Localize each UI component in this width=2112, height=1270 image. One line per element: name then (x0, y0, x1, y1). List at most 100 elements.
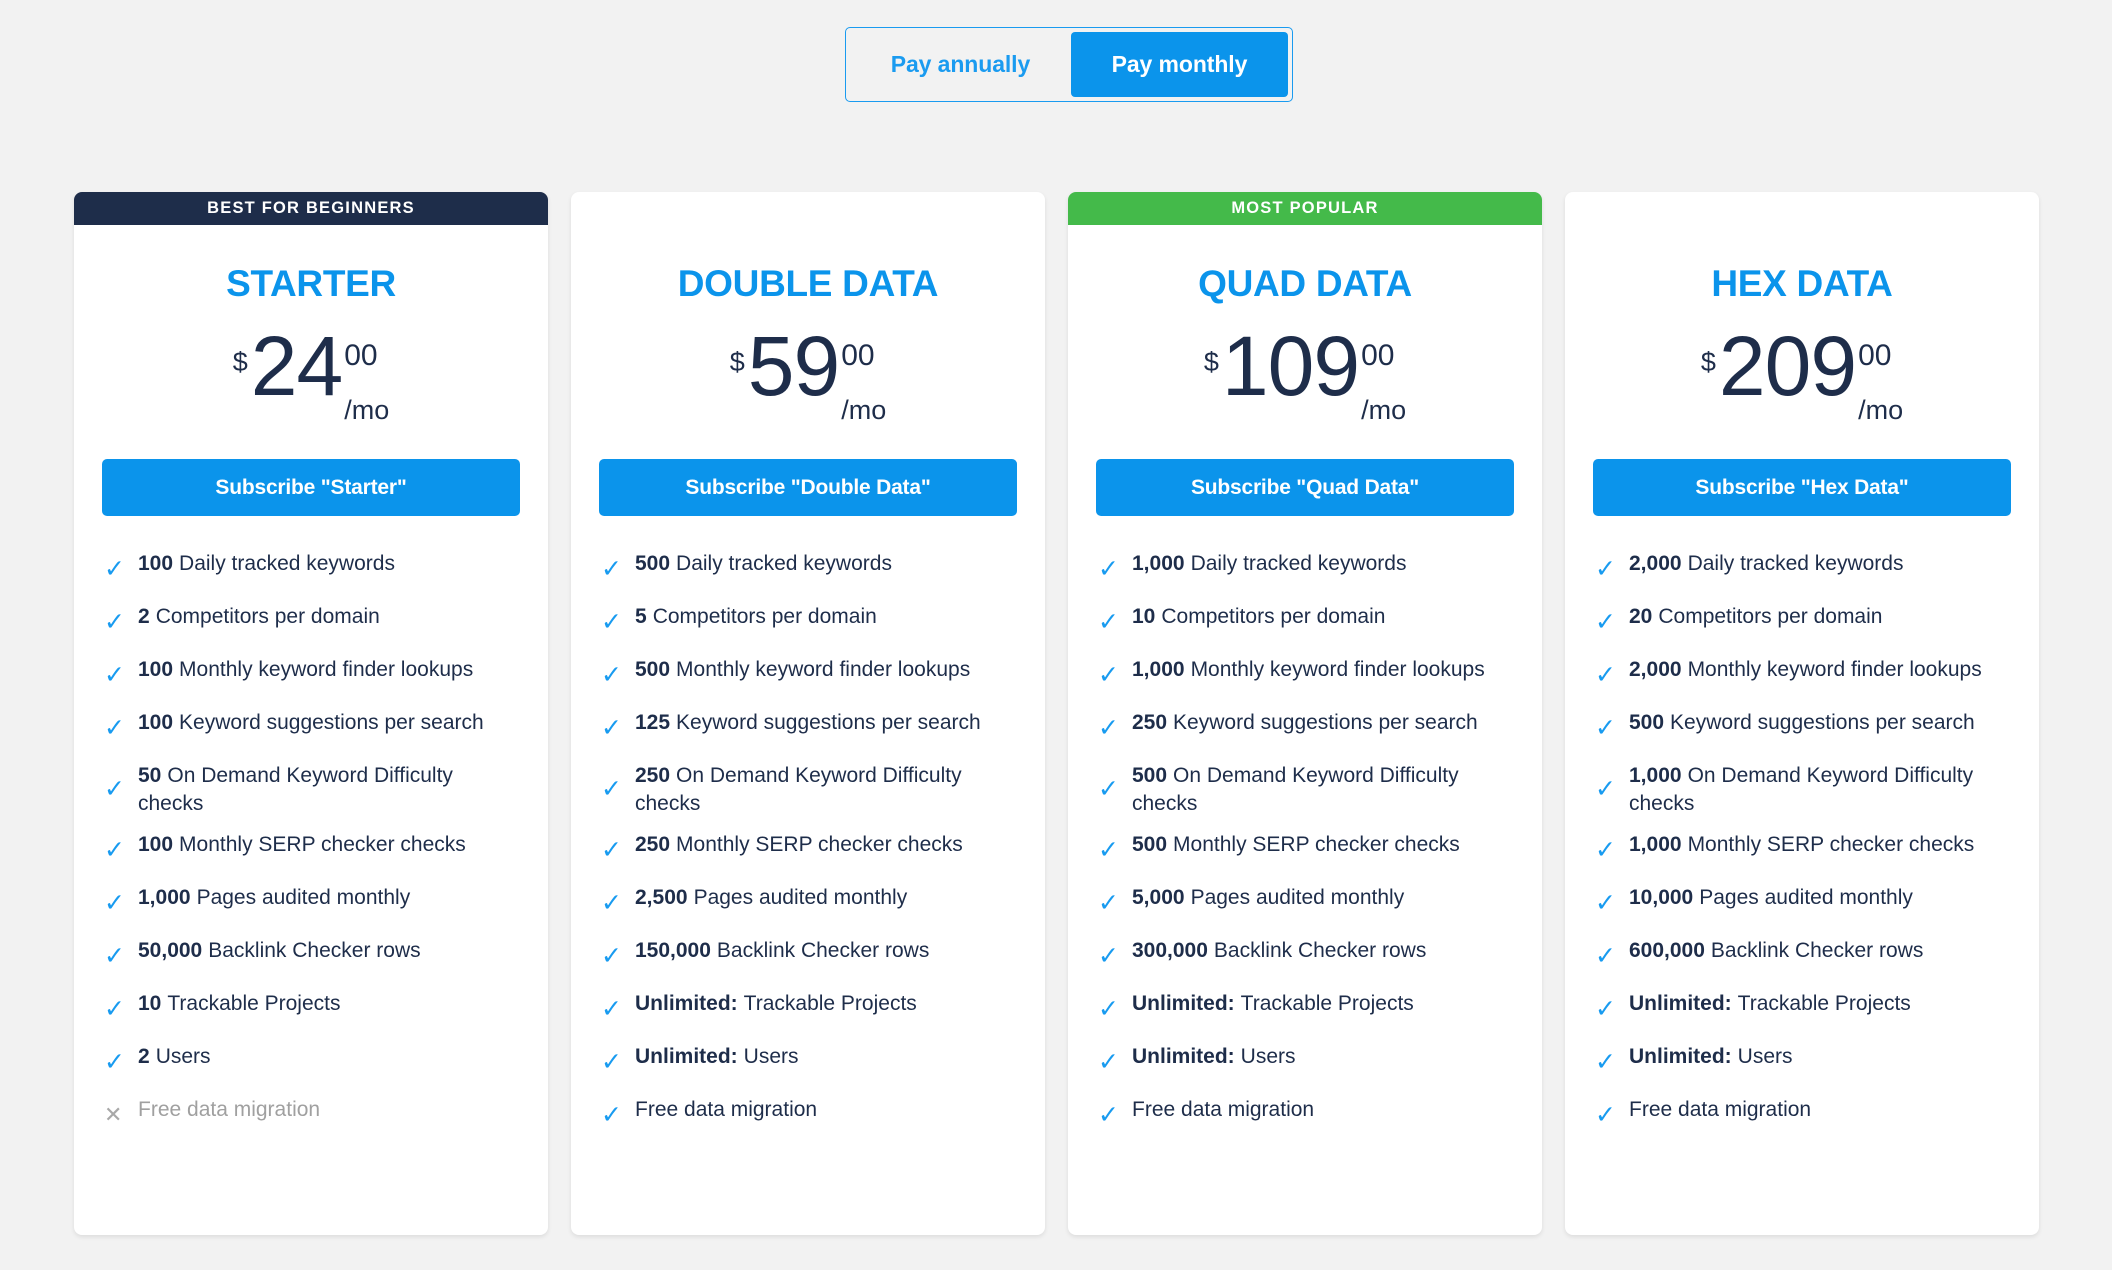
pay-annually-button[interactable]: Pay annually (850, 32, 1071, 97)
plan-price: $209 00/mo (1593, 324, 2011, 437)
feature-item: ✓ 100 Monthly keyword finder lookups (102, 655, 520, 695)
feature-item: ✓ 50,000 Backlink Checker rows (102, 936, 520, 976)
check-icon: ✓ (1595, 941, 1616, 970)
feature-quantity: 500 (1629, 711, 1665, 734)
feature-label: Pages audited monthly (1190, 886, 1405, 910)
feature-label: Users (743, 1045, 799, 1069)
plan-ribbon (1565, 192, 2039, 225)
check-icon: ✓ (104, 554, 125, 583)
feature-label: On Demand Keyword Difficulty checks (635, 764, 962, 815)
plan-ribbon (571, 192, 1045, 225)
feature-quantity: 100 (138, 833, 174, 857)
price-amount: 24 (250, 319, 343, 413)
feature-text: 10 Competitors per domain (1132, 602, 1385, 631)
plan-price: $24 00/mo (102, 319, 520, 437)
feature-text: 2,000 Monthly keyword finder lookups (1629, 655, 1982, 684)
feature-item: ✓ 5 Competitors per domain (599, 602, 1017, 642)
feature-text: Unlimited: Users (1629, 1042, 1793, 1071)
feature-text: 500 Monthly SERP checker checks (1132, 830, 1460, 859)
feature-list: ✓ 1,000 Daily tracked keywords ✓ 10 Competito… (1096, 549, 1514, 1178)
price-fraction: 00/mo (1361, 341, 1406, 424)
check-icon: ✓ (1595, 1100, 1616, 1129)
card-body: HEX DATA $209 00/mo Subscribe "Hex Data" ✓ 2,… (1565, 225, 2039, 1235)
feature-item: ✓ 2,000 Monthly keyword finder lookups (1593, 655, 2011, 695)
check-icon: ✓ (1595, 774, 1616, 803)
price-amount: 59 (747, 319, 840, 413)
feature-item: ✓ 125 Keyword suggestions per search (599, 708, 1017, 748)
feature-label: Backlink Checker rows (1710, 939, 1924, 963)
feature-text: 100 Keyword suggestions per search (138, 708, 484, 737)
card-body: QUAD DATA $109 00/mo Subscribe "Quad Data" ✓… (1068, 225, 1542, 1235)
feature-label: Free data migration (635, 1098, 818, 1122)
feature-label: Monthly keyword finder lookups (1687, 658, 1982, 681)
feature-item: ✓ 250 On Demand Keyword Difficulty checks (599, 761, 1017, 817)
feature-item: ✓ 500 Keyword suggestions per search (1593, 708, 2011, 748)
feature-text: Free data migration (635, 1095, 817, 1124)
plan-name: STARTER (226, 263, 396, 304)
feature-text: Unlimited: Trackable Projects (635, 989, 917, 1018)
currency-symbol: $ (1700, 347, 1716, 377)
card-body: STARTER $24 00/mo Subscribe "Starter" ✓ 100 Da… (74, 225, 548, 1235)
feature-label: Users (1737, 1045, 1793, 1069)
feature-quantity: 250 (635, 764, 671, 787)
price-fraction: 00/mo (1858, 341, 1903, 424)
check-icon: ✓ (1595, 994, 1616, 1023)
feature-label: Keyword suggestions per search (676, 711, 981, 734)
pay-monthly-button[interactable]: Pay monthly (1070, 32, 1289, 97)
feature-label: Users (155, 1045, 211, 1069)
feature-text: Unlimited: Trackable Projects (1132, 989, 1414, 1018)
feature-label: Users (1240, 1045, 1296, 1069)
feature-quantity: 2,000 (1629, 658, 1682, 681)
plan-ribbon: MOST POPULAR (1068, 192, 1542, 225)
feature-text: Unlimited: Trackable Projects (1629, 989, 1911, 1018)
feature-label: Free data migration (1132, 1098, 1315, 1122)
feature-item: ✓ Free data migration (1593, 1095, 2011, 1135)
feature-quantity: 250 (635, 833, 671, 857)
check-icon: ✓ (1595, 554, 1616, 583)
check-icon: ✓ (601, 554, 622, 583)
pricing-card: MOST POPULAR QUAD DATA $109 00/mo Subscribe … (1068, 192, 1542, 1235)
check-icon: ✓ (1595, 660, 1616, 689)
check-icon: ✓ (601, 1100, 622, 1129)
feature-item: ✓ Unlimited: Trackable Projects (599, 989, 1017, 1029)
check-icon: ✓ (1098, 1047, 1119, 1076)
card-body: DOUBLE DATA $59 00/mo Subscribe "Double Dat… (571, 225, 1045, 1235)
feature-text: 1,000 Monthly SERP checker checks (1629, 830, 1974, 859)
feature-label: Trackable Projects (743, 992, 917, 1016)
feature-item: ✓ Unlimited: Users (1096, 1042, 1514, 1082)
feature-text: 5 Competitors per domain (635, 602, 877, 631)
check-icon: ✓ (1098, 554, 1119, 583)
feature-label: Monthly keyword finder lookups (676, 658, 971, 681)
feature-item: ✓ 10 Trackable Projects (102, 989, 520, 1029)
feature-list: ✓ 100 Daily tracked keywords ✓ 2 Competitors … (102, 549, 520, 1178)
feature-text: 500 Keyword suggestions per search (1629, 708, 1975, 737)
feature-item: ✓ 1,000 Monthly SERP checker checks (1593, 830, 2011, 870)
check-icon: ✓ (1098, 713, 1119, 742)
feature-text: 50 On Demand Keyword Difficulty checks (138, 761, 520, 817)
subscribe-button[interactable]: Subscribe "Hex Data" (1593, 459, 2011, 516)
feature-label: Daily tracked keywords (1190, 552, 1407, 575)
price-fraction: 00/mo (344, 341, 389, 424)
subscribe-button[interactable]: Subscribe "Quad Data" (1096, 459, 1514, 516)
check-icon: ✓ (104, 941, 125, 970)
subscribe-button[interactable]: Subscribe "Double Data" (599, 459, 1017, 516)
price-period: /mo (841, 395, 887, 425)
check-icon: ✓ (104, 1047, 125, 1076)
price-cents: 00 (1858, 339, 1892, 372)
feature-item: ✓ Free data migration (1096, 1095, 1514, 1135)
check-icon: ✓ (104, 660, 125, 689)
feature-item: ✓ 100 Daily tracked keywords (102, 549, 520, 589)
feature-quantity: Unlimited: (1132, 992, 1235, 1016)
feature-item: ✓ 50 On Demand Keyword Difficulty checks (102, 761, 520, 817)
feature-item: ✓ 1,000 Monthly keyword finder lookups (1096, 655, 1514, 695)
billing-period-toggle[interactable]: Pay annually Pay monthly (845, 27, 1293, 102)
feature-item: ✓ 5,000 Pages audited monthly (1096, 883, 1514, 923)
feature-label: Trackable Projects (167, 992, 341, 1016)
feature-text: Free data migration (1629, 1095, 1811, 1124)
feature-label: Monthly SERP checker checks (179, 833, 466, 857)
feature-text: Unlimited: Users (1132, 1042, 1296, 1071)
feature-label: Backlink Checker rows (716, 939, 930, 963)
feature-label: Free data migration (1629, 1098, 1812, 1122)
subscribe-button[interactable]: Subscribe "Starter" (102, 459, 520, 516)
feature-text: 20 Competitors per domain (1629, 602, 1882, 631)
